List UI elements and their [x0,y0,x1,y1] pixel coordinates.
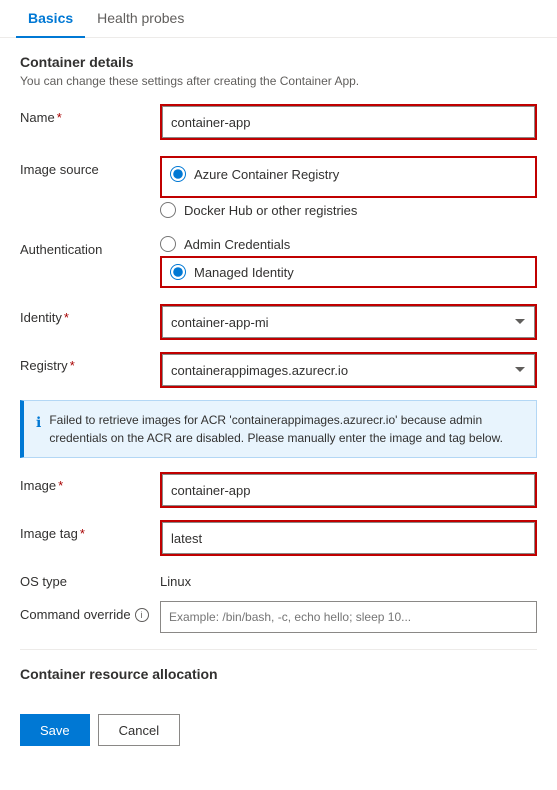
identity-label: Identity* [20,304,160,325]
command-override-control [160,601,537,633]
info-box: ℹ Failed to retrieve images for ACR 'con… [20,400,537,458]
tab-bar: Basics Health probes [0,0,557,38]
section-description: You can change these settings after crea… [20,74,537,88]
command-override-input[interactable] [160,601,537,633]
identity-row: Identity* container-app-mi [20,304,537,340]
radio-admin[interactable]: Admin Credentials [160,236,537,252]
registry-label-text: Registry [20,358,68,373]
image-source-row: Image source Azure Container Registry Do… [20,156,537,224]
image-row: Image* [20,472,537,508]
image-source-label: Image source [20,156,160,177]
name-input[interactable] [162,106,535,138]
radio-admin-label: Admin Credentials [184,237,290,252]
radio-docker-label: Docker Hub or other registries [184,203,357,218]
image-tag-control [160,520,537,556]
registry-dropdown[interactable]: containerappimages.azurecr.io [162,354,535,386]
image-control [160,472,537,508]
authentication-row: Authentication Admin Credentials Managed… [20,236,537,292]
cancel-button[interactable]: Cancel [98,714,180,746]
info-icon: ℹ [36,412,41,433]
registry-row: Registry* containerappimages.azurecr.io [20,352,537,388]
image-tag-label: Image tag* [20,520,160,541]
section-divider [20,649,537,650]
os-type-label: OS type [20,568,160,589]
name-row: Name* [20,104,537,144]
radio-managed[interactable]: Managed Identity [170,264,527,280]
command-override-row: Command override i [20,601,537,633]
radio-docker[interactable]: Docker Hub or other registries [160,202,537,218]
image-source-control: Azure Container Registry Docker Hub or o… [160,156,537,224]
image-tag-row: Image tag* [20,520,537,556]
identity-control: container-app-mi [160,304,537,340]
tab-health-probes[interactable]: Health probes [85,0,196,38]
name-label: Name* [20,104,160,125]
auth-group: Admin Credentials Managed Identity [160,236,537,288]
command-info-icon[interactable]: i [135,608,149,622]
info-message: Failed to retrieve images for ACR 'conta… [49,411,524,447]
section-title: Container details [20,54,537,70]
authentication-label: Authentication [20,236,160,257]
registry-label: Registry* [20,352,160,373]
authentication-control: Admin Credentials Managed Identity [160,236,537,292]
radio-acr[interactable]: Azure Container Registry [170,166,527,182]
command-override-label: Command override i [20,601,160,622]
identity-dropdown[interactable]: container-app-mi [162,306,535,338]
footer: Save Cancel [0,702,557,758]
resource-section-title: Container resource allocation [20,666,537,682]
radio-managed-label: Managed Identity [194,265,294,280]
image-tag-input[interactable] [162,522,535,554]
main-content: Container details You can change these s… [0,38,557,702]
os-type-value: Linux [160,568,537,589]
os-type-control: Linux [160,568,537,589]
radio-acr-label: Azure Container Registry [194,167,339,182]
save-button[interactable]: Save [20,714,90,746]
os-type-row: OS type Linux [20,568,537,589]
tab-basics[interactable]: Basics [16,0,85,38]
registry-control: containerappimages.azurecr.io [160,352,537,388]
image-label: Image* [20,472,160,493]
image-input[interactable] [162,474,535,506]
name-control [160,104,537,144]
